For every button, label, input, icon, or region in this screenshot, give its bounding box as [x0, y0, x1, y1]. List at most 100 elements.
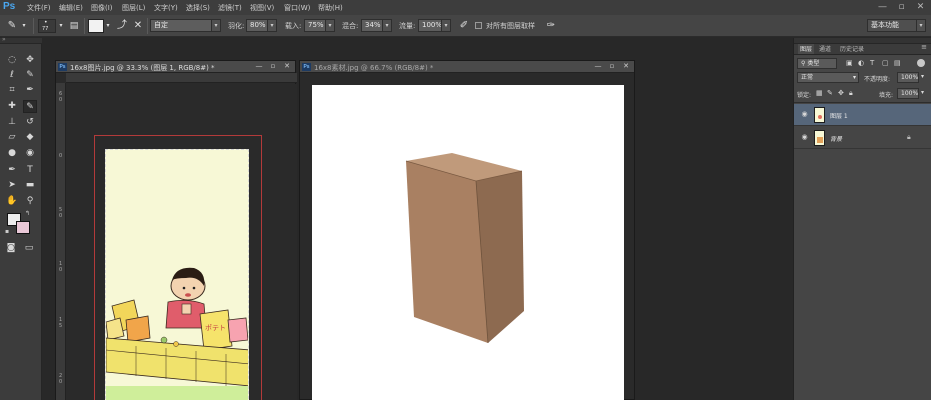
document-window-1[interactable]: Ps 16x8图片.jpg @ 33.3% (图层 1, RGB/8#) * —…: [55, 60, 297, 400]
load-input[interactable]: 75%: [304, 19, 326, 32]
airbrush-icon[interactable]: ✐: [456, 19, 472, 33]
filter-toggle-icon[interactable]: [917, 59, 925, 67]
fill-input[interactable]: 100%: [897, 88, 919, 99]
load-brush-icon[interactable]: ⤴: [114, 19, 130, 33]
tab-history[interactable]: 历史记录: [840, 44, 864, 54]
current-load-swatch[interactable]: [88, 19, 104, 33]
restore-button[interactable]: ▫: [893, 1, 910, 13]
filter-smart-icon[interactable]: ▤: [894, 59, 901, 67]
history-brush-icon[interactable]: ↺: [23, 116, 37, 129]
pen-icon[interactable]: ✒: [5, 164, 19, 177]
menu-view[interactable]: 视图(V): [250, 3, 274, 13]
move-icon[interactable]: ✥: [23, 54, 37, 67]
background-color-swatch[interactable]: [16, 221, 30, 234]
visibility-eye-icon[interactable]: ◉: [800, 111, 809, 118]
layer-filter-select[interactable]: ⚲ 类型: [797, 58, 837, 69]
mix-arrow-icon[interactable]: ▾: [382, 19, 392, 32]
filter-shape-icon[interactable]: ▢: [882, 59, 889, 67]
menu-layer[interactable]: 图层(L): [122, 3, 145, 13]
mixer-brush-icon[interactable]: ✎: [4, 19, 20, 33]
feather-arrow-icon[interactable]: ▾: [267, 19, 277, 32]
vertical-ruler[interactable]: 6 0 0 5 0 1 0 1 5 2 0: [56, 83, 66, 400]
eraser-icon[interactable]: ▱: [5, 131, 19, 144]
tab-channels[interactable]: 通道: [819, 44, 831, 54]
doc2-minimize-button[interactable]: —: [592, 62, 604, 71]
pressure-icon[interactable]: ✑: [543, 19, 559, 33]
rectangle-icon[interactable]: ▬: [23, 179, 37, 192]
opacity-arrow-icon[interactable]: ▾: [921, 73, 924, 80]
document-2-canvas[interactable]: [312, 85, 624, 400]
brush-picker-arrow-icon[interactable]: ▾: [57, 19, 65, 33]
lock-pixels-icon[interactable]: ✎: [827, 89, 833, 97]
minimize-button[interactable]: —: [874, 1, 891, 13]
type-icon[interactable]: T: [23, 164, 37, 177]
brush-panel-icon[interactable]: ▤: [66, 19, 82, 33]
hand-icon[interactable]: ✋: [5, 195, 19, 208]
blend-mode-select[interactable]: 正常 ▾: [797, 72, 859, 83]
menu-select[interactable]: 选择(S): [186, 3, 210, 13]
clean-brush-icon[interactable]: ✕: [130, 19, 146, 33]
crop-icon[interactable]: ⌗: [5, 84, 19, 97]
load-arrow-icon[interactable]: ▾: [325, 19, 335, 32]
doc1-minimize-button[interactable]: —: [253, 62, 265, 71]
paint-bucket-icon[interactable]: ◆: [23, 131, 37, 144]
tab-layers[interactable]: 图层: [798, 44, 815, 54]
swatch-arrow-icon[interactable]: ▾: [104, 19, 112, 33]
document-1-canvas-area[interactable]: ポテト: [66, 84, 297, 400]
blur-icon[interactable]: ●: [5, 147, 19, 160]
flow-input[interactable]: 100%: [418, 19, 442, 32]
default-colors-icon[interactable]: ▪: [5, 228, 9, 235]
blend-preset-select[interactable]: 自定: [150, 19, 212, 32]
lock-all-icon[interactable]: 🔒︎: [849, 89, 853, 98]
mix-input[interactable]: 34%: [361, 19, 383, 32]
screen-mode-icon[interactable]: ▭: [22, 242, 36, 255]
swap-colors-icon[interactable]: ↰: [25, 210, 30, 217]
blend-preset-arrow-icon[interactable]: ▾: [211, 19, 221, 32]
horizontal-ruler[interactable]: [66, 73, 297, 83]
menu-file[interactable]: 文件(F): [27, 3, 51, 13]
menu-edit[interactable]: 编辑(E): [59, 3, 83, 13]
filter-adjust-icon[interactable]: ◐: [858, 59, 864, 67]
layer-row-layer1[interactable]: ◉ 图层 1: [794, 104, 931, 126]
lock-transparent-icon[interactable]: ▦: [816, 89, 823, 97]
filter-type-icon[interactable]: T: [870, 59, 874, 67]
zoom-icon[interactable]: ⚲: [23, 195, 37, 208]
menu-image[interactable]: 图像(I): [91, 3, 113, 13]
document-2-titlebar[interactable]: Ps 16x8素材.jpg @ 66.7% (RGB/8#) * — ▫ ✕: [300, 61, 634, 73]
eyedropper-icon[interactable]: ✒: [23, 84, 37, 97]
feather-input[interactable]: 80%: [246, 19, 268, 32]
dodge-icon[interactable]: ◉: [23, 147, 37, 160]
clone-stamp-icon[interactable]: ⊥: [5, 116, 19, 129]
menu-help[interactable]: 帮助(H): [318, 3, 343, 13]
layer-row-background[interactable]: ◉ 背景 🔒︎: [794, 127, 931, 149]
menu-filter[interactable]: 滤镜(T): [218, 3, 242, 13]
menu-type[interactable]: 文字(Y): [154, 3, 178, 13]
document-1-titlebar[interactable]: Ps 16x8图片.jpg @ 33.3% (图层 1, RGB/8#) * —…: [56, 61, 295, 73]
opacity-input[interactable]: 100%: [897, 72, 919, 83]
fill-arrow-icon[interactable]: ▾: [921, 89, 924, 96]
healing-brush-icon[interactable]: ✚: [5, 100, 19, 113]
doc2-close-button[interactable]: ✕: [620, 62, 632, 71]
document-window-2[interactable]: Ps 16x8素材.jpg @ 66.7% (RGB/8#) * — ▫ ✕: [299, 60, 635, 400]
tool-preset-arrow-icon[interactable]: ▾: [20, 19, 28, 33]
workspace-select[interactable]: 基本功能: [867, 19, 917, 32]
brush-icon[interactable]: ✎: [23, 100, 37, 113]
collapse-icon[interactable]: »: [2, 36, 6, 43]
brush-preset-picker[interactable]: • 77: [38, 19, 56, 33]
flow-arrow-icon[interactable]: ▾: [441, 19, 451, 32]
path-select-icon[interactable]: ➤: [5, 179, 19, 192]
quick-mask-icon[interactable]: ◙: [4, 242, 18, 255]
sample-all-layers-checkbox[interactable]: [475, 22, 482, 29]
filter-pixel-icon[interactable]: ▣: [846, 59, 853, 67]
panel-menu-icon[interactable]: ≡: [921, 43, 927, 51]
menu-window[interactable]: 窗口(W): [284, 3, 310, 13]
quick-select-icon[interactable]: ✎: [23, 69, 37, 82]
marquee-icon[interactable]: ◌: [5, 54, 19, 67]
doc1-restore-button[interactable]: ▫: [267, 62, 279, 71]
doc1-close-button[interactable]: ✕: [281, 62, 293, 71]
lasso-icon[interactable]: ℓ: [5, 69, 19, 82]
workspace-arrow-icon[interactable]: ▾: [916, 19, 926, 32]
lock-position-icon[interactable]: ✥: [838, 89, 844, 97]
doc2-restore-button[interactable]: ▫: [606, 62, 618, 71]
visibility-eye-icon[interactable]: ◉: [800, 134, 809, 141]
